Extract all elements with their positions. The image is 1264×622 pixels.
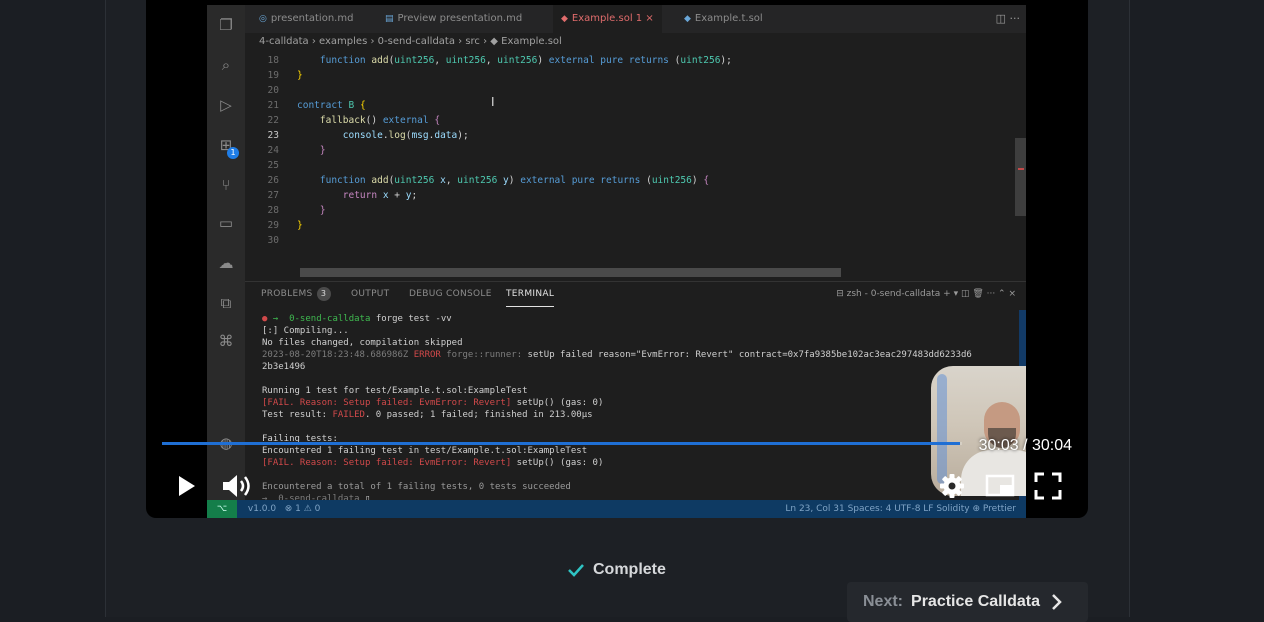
next-lesson-title: Practice Calldata [911,593,1040,610]
editor-tabs: ◎ presentation.md ▤ Preview presentation.m… [245,5,1026,33]
fullscreen-button[interactable] [1032,470,1064,502]
extensions-badge: 1 [227,147,239,159]
minimap-error-mark [1018,168,1024,170]
terminal-output: ● → 0-send-calldata forge test -vv [:] C… [262,314,972,504]
next-lesson-button[interactable]: Next: Practice Calldata [847,582,1088,622]
chevron-right-icon [1052,594,1062,610]
play-button[interactable] [170,470,202,502]
progress-fill [162,442,961,445]
files-icon: ❐ [219,16,233,34]
tab-terminal: TERMINAL [506,282,555,307]
search-icon: ⌕ [221,56,231,74]
panel-tabs: PROBLEMS 3 OUTPUT DEBUG CONSOLE TERMINAL … [245,281,1026,307]
video-player[interactable]: ❐ ⌕ ▷ ⊞ 1 ⑂ ▭ ☁ ⧉ ⌘ ◍ ◎presentation.md ▤… [146,0,1088,518]
figma-icon: ⌘ [218,332,234,350]
picture-in-picture-button[interactable] [984,470,1016,502]
horizontal-scrollbar [300,268,841,277]
tab-preview: ▤ Preview presentation.md [385,13,523,24]
complete-button[interactable]: Complete [567,559,666,581]
remote-status-icon: ⌥ [207,500,237,518]
play-icon [179,476,195,496]
run-debug-icon: ▷ [220,96,232,114]
remote-icon: ▭ [218,214,234,232]
split-editor-icon: ◫ ··· [995,12,1020,25]
tab-problems: PROBLEMS 3 [261,282,331,306]
gear-icon [940,474,964,498]
tab-output: OUTPUT [351,289,390,299]
complete-label: Complete [593,561,666,578]
volume-icon [223,475,250,497]
time-display: 30:03 / 30:04 [978,437,1072,454]
status-bar: ⌥ v1.0.0 ⊗ 1 ⚠ 0 Ln 23, Col 31 Spaces: 4… [207,500,1026,518]
checkmark-icon [568,564,584,577]
fullscreen-icon [1034,472,1062,500]
picture-in-picture-icon [985,474,1015,497]
terminal-actions: ⊟ zsh - 0-send-calldata + ▾ ◫ 🗑 ··· ⌃ × [836,289,1016,299]
volume-button[interactable] [220,470,256,502]
activity-bar: ❐ ⌕ ▷ ⊞ 1 ⑂ ▭ ☁ ⧉ ⌘ ◍ [207,5,245,500]
next-prefix: Next: [863,593,904,610]
source-control-icon: ⑂ [221,176,231,194]
text-cursor-icon: I [491,95,495,109]
settings-button[interactable] [936,470,968,502]
vertical-scrollbar [1015,138,1026,216]
tab-presentation: ◎ presentation.md [259,13,354,24]
tab-example-sol: ◆ Example.sol 1 × [553,5,662,33]
code-editor: 18 function add(uint256, uint256, uint25… [267,55,732,246]
progress-bar[interactable] [162,442,962,445]
accounts-icon: ⧉ [220,294,232,312]
breadcrumb: 4-calldata › examples › 0-send-calldata … [259,36,562,47]
status-branch: v1.0.0 [247,504,277,514]
tab-debug-console: DEBUG CONSOLE [409,289,492,299]
docker-icon: ☁ [218,254,234,272]
status-problems: ⊗ 1 ⚠ 0 [284,504,321,514]
status-right: Ln 23, Col 31 Spaces: 4 UTF-8 LF Solidit… [785,504,1016,514]
tab-example-t-sol: ◆ Example.t.sol [684,13,763,24]
